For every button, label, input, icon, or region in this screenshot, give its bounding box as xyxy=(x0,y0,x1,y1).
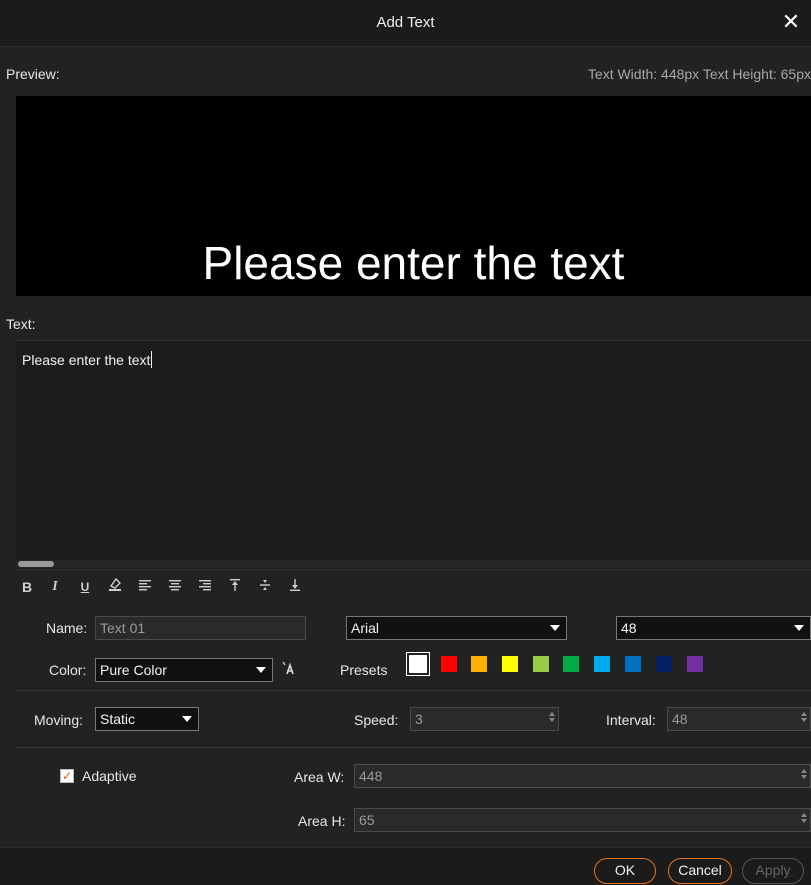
horizontal-scrollbar[interactable] xyxy=(16,560,811,568)
area-h-stepper[interactable] xyxy=(800,811,808,829)
align-center-icon xyxy=(169,580,181,591)
valign-middle-icon xyxy=(260,580,270,590)
font-size-value: 48 xyxy=(621,620,637,636)
speed-stepper[interactable] xyxy=(548,710,556,728)
chevron-down-icon xyxy=(550,625,560,631)
presets-label: Presets xyxy=(340,662,388,678)
bold-button[interactable]: B xyxy=(16,576,38,598)
align-right-button[interactable] xyxy=(194,576,216,598)
name-input[interactable]: Text 01 xyxy=(95,616,306,640)
align-left-icon xyxy=(139,580,151,591)
editor-content: Please enter the text xyxy=(22,352,151,368)
preview-label: Preview: xyxy=(6,66,60,82)
text-color-picker-icon[interactable] xyxy=(281,661,295,678)
scrollbar-thumb[interactable] xyxy=(18,561,54,567)
valign-bottom-button[interactable] xyxy=(284,576,306,598)
italic-button[interactable]: I xyxy=(44,576,66,598)
speed-label: Speed: xyxy=(354,712,399,728)
color-mode-select[interactable]: Pure Color xyxy=(95,658,273,682)
interval-stepper[interactable] xyxy=(800,710,808,728)
interval-input[interactable]: 48 xyxy=(667,707,811,731)
valign-top-icon xyxy=(230,579,240,591)
ok-button[interactable]: OK xyxy=(594,858,656,884)
area-h-input[interactable]: 65 xyxy=(354,808,811,832)
chevron-down-icon xyxy=(256,667,266,673)
color-label: Color: xyxy=(49,662,87,678)
close-icon[interactable]: ✕ xyxy=(777,8,805,36)
cancel-button[interactable]: Cancel xyxy=(668,858,732,884)
preview-canvas: Please enter the text xyxy=(16,96,811,296)
valign-bottom-icon xyxy=(290,579,300,591)
preset-color-swatch[interactable] xyxy=(441,656,457,672)
area-w-stepper[interactable] xyxy=(800,767,808,785)
title-bar: Add Text ✕ xyxy=(0,0,811,47)
moving-value: Static xyxy=(100,711,136,727)
text-label: Text: xyxy=(6,316,36,332)
section-divider xyxy=(16,747,811,748)
text-caret xyxy=(151,351,153,368)
moving-label: Moving: xyxy=(34,712,84,728)
preset-color-swatch[interactable] xyxy=(409,655,427,673)
highlight-icon xyxy=(109,577,121,591)
preset-color-swatch[interactable] xyxy=(563,656,579,672)
moving-select[interactable]: Static xyxy=(95,707,199,731)
font-family-select[interactable]: Arial xyxy=(346,616,567,640)
valign-middle-button[interactable] xyxy=(254,576,276,598)
adaptive-label: Adaptive xyxy=(82,768,137,784)
underline-button[interactable]: U xyxy=(74,576,96,598)
text-size-info: Text Width: 448px Text Height: 65px xyxy=(587,66,811,82)
font-family-value: Arial xyxy=(351,620,380,636)
interval-label: Interval: xyxy=(606,712,656,728)
color-picker-icon xyxy=(282,661,294,675)
font-size-select[interactable]: 48 xyxy=(616,616,811,640)
text-highlight-button[interactable] xyxy=(104,576,126,598)
speed-value: 3 xyxy=(415,711,423,727)
valign-top-button[interactable] xyxy=(224,576,246,598)
apply-button[interactable]: Apply xyxy=(742,858,804,884)
chevron-down-icon xyxy=(794,625,804,631)
preview-text: Please enter the text xyxy=(202,237,625,289)
color-mode-value: Pure Color xyxy=(100,662,167,678)
align-center-button[interactable] xyxy=(164,576,186,598)
dialog-title: Add Text xyxy=(376,14,435,31)
preset-color-swatch[interactable] xyxy=(594,656,610,672)
align-left-button[interactable] xyxy=(134,576,156,598)
chevron-down-icon xyxy=(182,716,192,722)
preset-color-swatch[interactable] xyxy=(687,656,703,672)
area-h-value: 65 xyxy=(359,812,375,828)
interval-value: 48 xyxy=(672,711,688,727)
preset-color-swatch[interactable] xyxy=(656,656,672,672)
preset-color-swatch[interactable] xyxy=(471,656,487,672)
area-w-input[interactable]: 448 xyxy=(354,764,811,788)
section-divider xyxy=(16,690,811,691)
name-label: Name: xyxy=(46,620,88,636)
preset-color-swatch[interactable] xyxy=(533,656,549,672)
speed-input[interactable]: 3 xyxy=(410,707,559,731)
area-w-value: 448 xyxy=(359,768,383,784)
adaptive-checkbox[interactable]: ✓ xyxy=(60,769,74,783)
align-right-icon xyxy=(199,580,211,591)
preset-color-swatch[interactable] xyxy=(502,656,518,672)
area-w-label: Area W: xyxy=(294,769,345,785)
preset-color-swatch[interactable] xyxy=(625,656,641,672)
area-h-label: Area H: xyxy=(298,813,346,829)
text-editor[interactable]: Please enter the text xyxy=(16,340,811,570)
